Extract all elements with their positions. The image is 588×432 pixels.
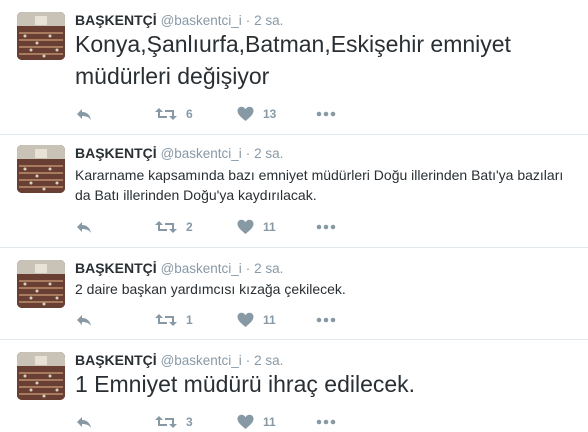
tweet-text: Kararname kapsamında bazı emniyet müdürl… [75,167,564,203]
tweet[interactable]: BAŞKENTÇİ @baskentci_i · 2 sa. 2 daire b… [0,248,588,340]
handle[interactable]: @baskentci_i [161,13,242,28]
reply-icon [77,315,91,326]
retweet-icon [155,314,177,326]
more-icon [316,419,336,425]
timestamp[interactable]: 2 sa. [254,353,283,368]
handle[interactable]: @baskentci_i [161,261,242,276]
more-button[interactable] [316,217,336,237]
heart-icon [237,414,254,429]
retweet-count: 6 [186,107,193,121]
heart-icon [237,106,254,121]
parliament-photo-icon [17,145,65,193]
separator: · [245,261,251,276]
more-button[interactable] [316,412,336,432]
tweet-text: 1 Emniyet müdürü ihraç edilecek. [75,371,416,397]
reply-button[interactable] [75,310,93,330]
more-button[interactable] [316,104,336,124]
timestamp[interactable]: 2 sa. [254,261,283,276]
retweet-button[interactable]: 1 [155,310,193,330]
separator: · [245,146,251,161]
parliament-photo-icon [17,260,65,308]
avatar[interactable] [17,12,65,60]
retweet-count: 3 [186,415,193,429]
retweet-button[interactable]: 2 [155,217,193,237]
reply-button[interactable] [75,217,93,237]
tweet-text: Konya,Şanlıurfa,Batman,Eskişehir emniyet… [75,31,511,89]
timestamp[interactable]: 2 sa. [254,13,283,28]
like-count: 13 [263,107,277,121]
retweet-button[interactable]: 3 [155,412,193,432]
reply-icon [77,417,91,428]
reply-button[interactable] [75,104,93,124]
like-count: 11 [263,313,276,327]
more-icon [316,317,336,323]
reply-button[interactable] [75,412,93,432]
display-name[interactable]: BAŞKENTÇİ [75,12,157,28]
heart-icon [237,312,254,327]
display-name[interactable]: BAŞKENTÇİ [75,260,157,276]
retweet-icon [155,221,177,233]
more-icon [316,111,336,117]
retweet-button[interactable]: 6 [155,104,193,124]
reply-icon [77,222,91,233]
display-name[interactable]: BAŞKENTÇİ [75,145,157,161]
separator: · [245,13,251,28]
retweet-count: 1 [186,313,193,327]
parliament-photo-icon [17,12,65,60]
like-count: 11 [263,415,276,429]
more-button[interactable] [316,310,336,330]
reply-icon [77,109,91,120]
handle[interactable]: @baskentci_i [161,353,242,368]
tweet[interactable]: BAŞKENTÇİ @baskentci_i · 2 sa. Kararname… [0,135,588,248]
retweet-count: 2 [186,220,193,234]
avatar[interactable] [17,145,65,193]
tweet-text: 2 daire başkan yardımcısı kızağa çekilec… [75,281,346,297]
heart-icon [237,219,254,234]
handle[interactable]: @baskentci_i [161,146,242,161]
like-button[interactable]: 11 [237,310,276,330]
like-button[interactable]: 13 [237,104,276,124]
parliament-photo-icon [17,352,65,400]
display-name[interactable]: BAŞKENTÇİ [75,352,157,368]
like-button[interactable]: 11 [237,412,276,432]
avatar[interactable] [17,260,65,308]
tweet[interactable]: BAŞKENTÇİ @baskentci_i · 2 sa. 1 Emniyet… [0,340,588,429]
like-button[interactable]: 11 [237,217,276,237]
retweet-icon [155,108,177,120]
like-count: 11 [263,220,276,234]
retweet-icon [155,416,177,428]
timestamp[interactable]: 2 sa. [254,146,283,161]
avatar[interactable] [17,352,65,400]
tweet[interactable]: BAŞKENTÇİ @baskentci_i · 2 sa. Konya,Şan… [0,0,588,135]
separator: · [245,353,251,368]
more-icon [316,224,336,230]
